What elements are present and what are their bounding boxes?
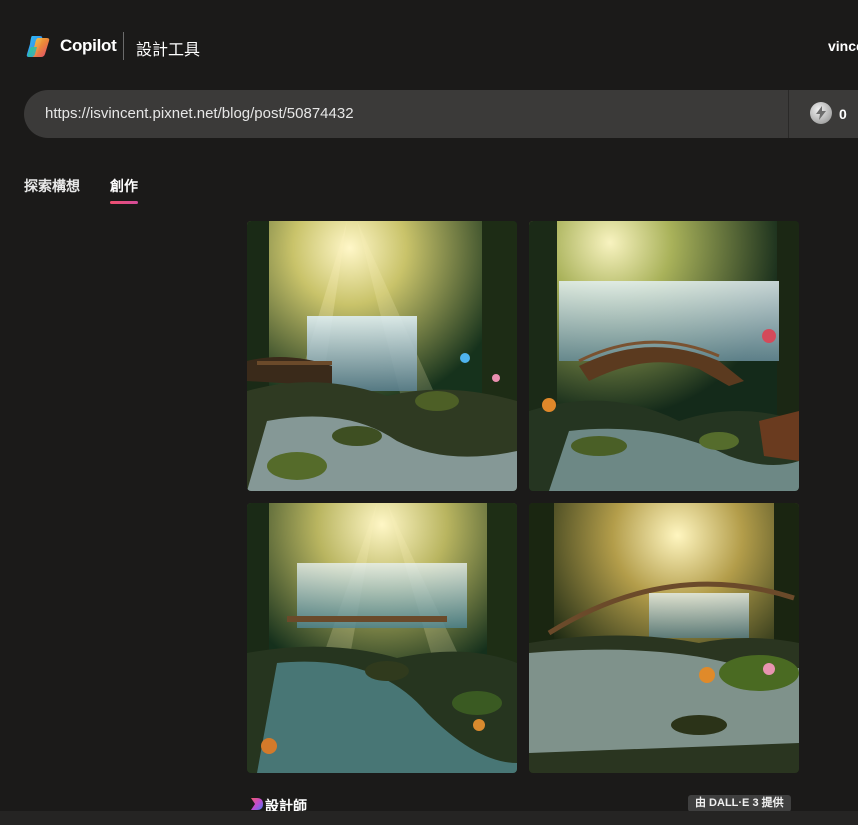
prompt-bar-separator	[788, 90, 789, 138]
copilot-logo-icon[interactable]	[26, 33, 52, 59]
brand-name[interactable]: Copilot	[60, 36, 117, 56]
active-tab-indicator	[110, 201, 138, 204]
generated-image-4[interactable]	[529, 503, 799, 773]
prompt-input[interactable]: https://isvincent.pixnet.net/blog/post/5…	[45, 105, 354, 122]
header-divider	[123, 32, 124, 60]
generated-image-2[interactable]	[529, 221, 799, 491]
boost-count: 0	[839, 106, 847, 122]
user-name[interactable]: vince	[828, 38, 858, 54]
tab-create[interactable]: 創作	[110, 176, 138, 196]
generated-image-3[interactable]	[247, 503, 517, 773]
app-header: Copilot 設計工具 vince	[0, 0, 858, 90]
product-name: 設計工具	[136, 42, 201, 59]
designer-logo-icon	[251, 798, 263, 810]
bottom-bar	[0, 811, 858, 825]
boost-coin-icon[interactable]	[810, 102, 832, 124]
generated-image-1[interactable]	[247, 221, 517, 491]
tab-explore-ideas[interactable]: 探索構想	[24, 176, 80, 196]
prompt-bar[interactable]: https://isvincent.pixnet.net/blog/post/5…	[24, 90, 858, 138]
provider-badge: 由 DALL·E 3 提供	[688, 795, 791, 812]
